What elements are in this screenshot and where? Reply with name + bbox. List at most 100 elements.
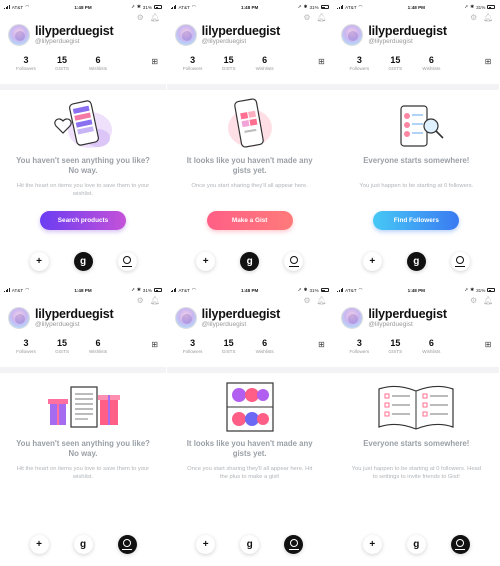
stat-gists[interactable]: 15 GISTS — [44, 338, 80, 355]
profile-stats: 3 Followers 15 GISTS 6 Wishlists ⊞ — [8, 55, 158, 79]
status-bar: AT&T ◠ 1:48 PM ➚ ✱ 31% — [4, 3, 162, 11]
add-button[interactable]: + — [196, 534, 216, 554]
avatar[interactable] — [174, 24, 197, 46]
gist-button[interactable]: g — [73, 534, 93, 554]
notifications-bell-icon[interactable]: 🔔︎ — [150, 13, 160, 22]
status-bar: AT&T ◠ 1:48 PM ➚ ✱ 31% — [337, 286, 496, 294]
gist-button[interactable]: g — [240, 251, 260, 271]
stat-value: 3 — [23, 338, 29, 348]
settings-gear-icon[interactable]: ⚙ — [303, 296, 310, 305]
profile-stats: 3 Followers 15 GISTS 6 Wishlists ⊞ — [8, 338, 158, 362]
stat-label: Followers — [349, 349, 370, 354]
notifications-bell-icon[interactable]: 🔔︎ — [483, 13, 493, 22]
stat-followers[interactable]: 3 Followers — [341, 55, 377, 72]
stat-gists[interactable]: 15 GISTS — [211, 338, 247, 355]
cta-button[interactable]: Find Followers — [373, 211, 460, 230]
stat-followers[interactable]: 3 Followers — [8, 338, 44, 355]
gist-logo-icon: g — [79, 538, 87, 550]
gist-button[interactable]: g — [240, 534, 260, 554]
profile-stats: 3 Followers 15 GISTS 6 Wishlists ⊞ — [341, 55, 492, 79]
grid-view-icon[interactable]: ⊞ — [151, 340, 158, 349]
empty-state-description: Hit the heart on items you love to save … — [16, 183, 150, 198]
stat-followers[interactable]: 3 Followers — [341, 338, 377, 355]
stat-gists[interactable]: 15 GISTS — [211, 55, 247, 72]
profile-icon — [122, 256, 132, 267]
grid-view-icon[interactable]: ⊞ — [318, 57, 325, 66]
grid-view-icon[interactable]: ⊞ — [318, 340, 325, 349]
stat-wishlists[interactable]: 6 Wishlists — [247, 338, 283, 355]
avatar[interactable] — [341, 24, 364, 46]
profile-button[interactable] — [450, 534, 470, 554]
stat-wishlists[interactable]: 6 Wishlists — [413, 338, 449, 355]
profile-header: lilyperduegist @lilyperduegist — [174, 22, 325, 48]
notifications-bell-icon[interactable]: 🔔︎ — [150, 296, 160, 305]
notifications-bell-icon[interactable]: 🔔︎ — [317, 13, 327, 22]
stat-value: 3 — [190, 55, 196, 65]
status-bar: AT&T ◠ 1:48 PM ➚ ✱ 31% — [337, 3, 496, 11]
stat-followers[interactable]: 3 Followers — [175, 55, 211, 72]
stat-wishlists[interactable]: 6 Wishlists — [80, 338, 116, 355]
profile-button[interactable] — [117, 534, 137, 554]
settings-gear-icon[interactable]: ⚙ — [137, 13, 144, 22]
battery-icon — [487, 288, 496, 292]
settings-gear-icon[interactable]: ⚙ — [137, 296, 144, 305]
empty-state-headline: It looks like you haven't made any gists… — [186, 156, 313, 175]
profile-header: lilyperduegist @lilyperduegist — [341, 305, 491, 331]
avatar[interactable] — [8, 307, 30, 329]
stat-wishlists[interactable]: 6 Wishlists — [80, 55, 116, 72]
gist-button[interactable]: g — [406, 251, 426, 271]
stat-followers[interactable]: 3 Followers — [8, 55, 44, 72]
profile-button[interactable] — [284, 534, 304, 554]
add-button[interactable]: + — [362, 251, 382, 271]
stat-gists[interactable]: 15 GISTS — [44, 55, 80, 72]
gist-button[interactable]: g — [406, 534, 426, 554]
stat-value: 15 — [56, 338, 67, 348]
profile-button[interactable] — [284, 251, 304, 271]
profile-screen-5: AT&T ◠ 1:48 PM ➚ ✱ 31% ⚙ 🔔︎ lilyperduegi… — [166, 283, 333, 566]
divider — [0, 84, 166, 90]
add-button[interactable]: + — [29, 534, 49, 554]
grid-view-icon[interactable]: ⊞ — [151, 57, 158, 66]
stat-value: 6 — [95, 55, 101, 65]
empty-state-description: You just happen to be starting at 0 foll… — [351, 466, 481, 481]
user-handle: @lilyperduegist — [201, 37, 247, 45]
avatar[interactable] — [174, 307, 197, 329]
stat-value: 6 — [428, 338, 434, 348]
stat-value: 6 — [262, 55, 268, 65]
divider — [166, 84, 333, 90]
notifications-bell-icon[interactable]: 🔔︎ — [483, 296, 493, 305]
profile-icon — [288, 539, 299, 550]
avatar[interactable] — [8, 24, 30, 46]
empty-state-headline: Everyone starts somewhere! — [363, 156, 470, 165]
cta-button[interactable]: Make a Gist — [206, 211, 293, 230]
profile-screen-2: AT&T ◠ 1:48 PM ➚ ✱ 31% ⚙ 🔔︎ lilyperduegi… — [166, 0, 333, 283]
notifications-bell-icon[interactable]: 🔔︎ — [317, 296, 327, 305]
settings-gear-icon[interactable]: ⚙ — [303, 13, 310, 22]
cta-button[interactable]: Search products — [40, 211, 126, 230]
stat-gists[interactable]: 15 GISTS — [377, 338, 413, 355]
grid-view-icon[interactable]: ⊞ — [485, 340, 492, 349]
add-button[interactable]: + — [196, 251, 216, 271]
bottom-nav: + g — [167, 534, 333, 554]
stat-wishlists[interactable]: 6 Wishlists — [247, 55, 283, 72]
clock: 1:48 PM — [240, 4, 259, 10]
stat-gists[interactable]: 15 GISTS — [377, 55, 413, 72]
settings-gear-icon[interactable]: ⚙ — [470, 13, 477, 22]
stat-followers[interactable]: 3 Followers — [175, 338, 211, 355]
status-bar: AT&T ◠ 1:48 PM ➚ ✱ 31% — [170, 3, 329, 11]
avatar[interactable] — [341, 307, 364, 329]
stat-label: Followers — [349, 66, 370, 71]
profile-header: lilyperduegist @lilyperduegist — [341, 22, 491, 48]
grid-view-icon[interactable]: ⊞ — [485, 57, 492, 66]
stat-wishlists[interactable]: 6 Wishlists — [413, 55, 449, 72]
screens-grid: AT&T ◠ 1:48 PM ➚ ✱ 31% ⚙ 🔔︎ lilyperduegi… — [0, 0, 500, 566]
profile-button[interactable] — [450, 251, 470, 271]
profile-button[interactable] — [117, 251, 137, 271]
clock: 1:48 PM — [74, 4, 92, 10]
gist-logo-icon: g — [246, 255, 253, 267]
add-button[interactable]: + — [362, 534, 382, 554]
add-button[interactable]: + — [29, 251, 49, 271]
gist-button[interactable]: g — [73, 251, 93, 271]
settings-gear-icon[interactable]: ⚙ — [470, 296, 477, 305]
profile-icon — [122, 539, 132, 550]
